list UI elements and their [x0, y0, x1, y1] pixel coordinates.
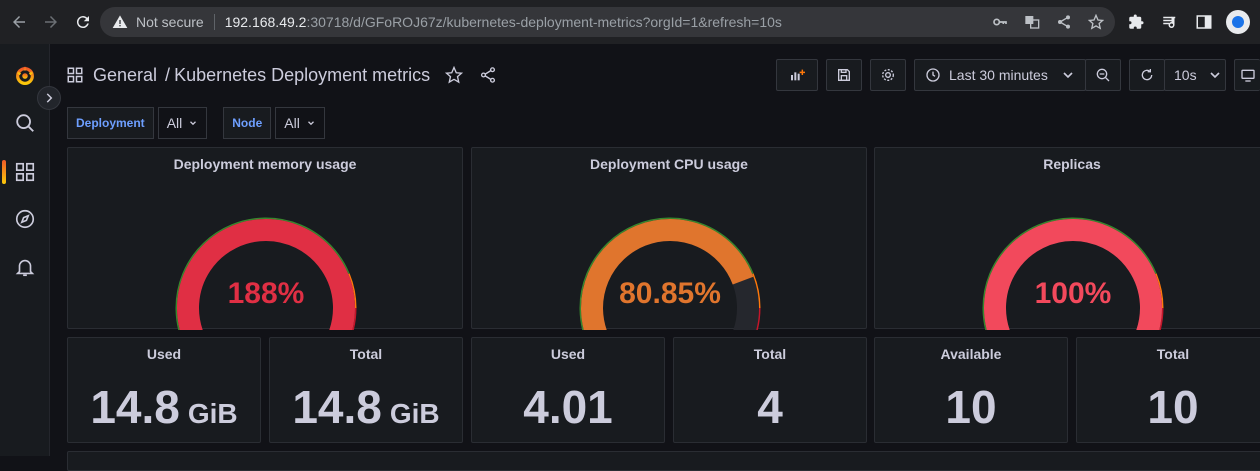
variable-select-node[interactable]: All: [275, 107, 325, 139]
gauge-value-text: 188%: [228, 277, 305, 310]
variable-value: All: [284, 115, 300, 131]
stat-value: 4: [674, 380, 866, 434]
panel-title: Used: [550, 346, 586, 362]
variable-label-node: Node: [223, 107, 272, 139]
gauge-chart: 100%: [982, 217, 1164, 330]
stat-number: 14.8: [90, 381, 180, 433]
template-variables: Deployment All Node All: [67, 107, 325, 139]
stat-value: 4.01: [472, 380, 664, 434]
panel-memory-total[interactable]: Total 14.8 GiB: [269, 337, 463, 443]
address-bar[interactable]: Not secure 192.168.49.2 :30718/d/GFoROJ6…: [100, 7, 1115, 37]
media-queue-icon[interactable]: [1158, 10, 1182, 34]
panel-memory-used[interactable]: Used 14.8 GiB: [67, 337, 261, 443]
dashboard-settings-button[interactable]: [870, 59, 906, 91]
gauge-chart: 80.85%: [579, 217, 761, 330]
share-icon[interactable]: [1053, 12, 1075, 32]
search-icon[interactable]: [0, 105, 50, 141]
stat-value: 14.8 GiB: [68, 380, 260, 434]
alerting-bell-icon[interactable]: [0, 249, 50, 285]
side-panel-icon[interactable]: [1192, 10, 1216, 34]
refresh-dashboard-button[interactable]: [1129, 59, 1165, 91]
panel-cpu-gauge[interactable]: Deployment CPU usage 80.85%: [471, 147, 867, 330]
url-path: :30718/d/GFoROJ67z/kubernetes-deployment…: [306, 14, 782, 30]
bookmark-star-icon[interactable]: [1085, 12, 1107, 32]
stat-unit: GiB: [389, 398, 440, 429]
warning-triangle-icon[interactable]: [112, 14, 128, 30]
not-secure-label[interactable]: Not secure: [136, 14, 204, 30]
stat-number: 10: [1147, 381, 1199, 433]
clock-icon: [925, 67, 941, 83]
stat-number: 14.8: [292, 381, 382, 433]
browser-toolbar: Not secure 192.168.49.2 :30718/d/GFoROJ6…: [0, 0, 1260, 44]
gauge-chart: 188%: [175, 217, 357, 330]
breadcrumb-folder[interactable]: General: [93, 65, 157, 86]
favorite-star-icon[interactable]: [444, 65, 464, 85]
stat-number: 4.01: [523, 381, 613, 433]
zoom-out-button[interactable]: [1085, 59, 1121, 91]
stat-number: 4: [757, 381, 783, 433]
panel-replicas-available[interactable]: Available 10: [874, 337, 1068, 443]
dashboards-icon[interactable]: [0, 154, 50, 190]
panel-title: Total: [1156, 346, 1190, 362]
forward-arrow-icon[interactable]: [38, 9, 64, 35]
key-icon[interactable]: [989, 12, 1011, 32]
chevron-down-icon: [188, 118, 198, 128]
gauge-value-text: 100%: [1035, 277, 1112, 310]
panel-replicas-gauge[interactable]: Replicas 100%: [874, 147, 1260, 330]
extensions-puzzle-icon[interactable]: [1124, 10, 1148, 34]
back-arrow-icon[interactable]: [6, 9, 32, 35]
stat-value: 14.8 GiB: [270, 380, 462, 434]
variable-value: All: [166, 115, 183, 131]
translate-icon[interactable]: [1021, 12, 1043, 32]
reload-icon[interactable]: [70, 9, 96, 35]
gauge-value-text: 80.85%: [619, 277, 721, 310]
panel-title: Available: [940, 346, 1002, 362]
panel-title: Used: [146, 346, 182, 362]
panel-title: Total: [349, 346, 383, 362]
profile-avatar[interactable]: [1226, 10, 1250, 34]
explore-compass-icon[interactable]: [0, 201, 50, 237]
time-picker-button[interactable]: Last 30 minutes: [914, 59, 1086, 91]
tv-mode-button[interactable]: [1234, 59, 1260, 91]
url-host: 192.168.49.2: [224, 14, 307, 30]
chevron-down-icon: [1060, 67, 1076, 83]
stat-number: 10: [945, 381, 997, 433]
panel-replicas-total[interactable]: Total 10: [1076, 337, 1260, 443]
chevron-down-icon: [1207, 67, 1223, 83]
dashboard-nav: General / Kubernetes Deployment metrics: [66, 58, 498, 92]
panel-memory-gauge[interactable]: Deployment memory usage 188%: [67, 147, 463, 330]
time-range-label: Last 30 minutes: [949, 67, 1048, 83]
expand-menu-chevron-icon[interactable]: [37, 86, 61, 110]
panel-cpu-used[interactable]: Used 4.01: [471, 337, 665, 443]
save-dashboard-button[interactable]: [826, 59, 862, 91]
add-panel-button[interactable]: [776, 59, 818, 91]
variable-select-deployment[interactable]: All: [157, 107, 208, 139]
share-dashboard-icon[interactable]: [478, 65, 498, 85]
refresh-interval-label: 10s: [1174, 67, 1197, 83]
panel-title: Total: [753, 346, 787, 362]
stat-value: 10: [1077, 380, 1260, 434]
chevron-down-icon: [306, 118, 316, 128]
variable-label-deployment: Deployment: [67, 107, 154, 139]
url-divider: [213, 14, 215, 30]
apps-grid-icon: [66, 66, 84, 84]
refresh-interval-picker[interactable]: 10s: [1164, 59, 1226, 91]
page-title[interactable]: Kubernetes Deployment metrics: [174, 65, 430, 86]
next-panel-row: [67, 451, 1260, 471]
stat-value: 10: [875, 380, 1067, 434]
breadcrumb-separator: /: [165, 64, 171, 85]
stat-unit: GiB: [187, 398, 238, 429]
panel-cpu-total[interactable]: Total 4: [673, 337, 867, 443]
